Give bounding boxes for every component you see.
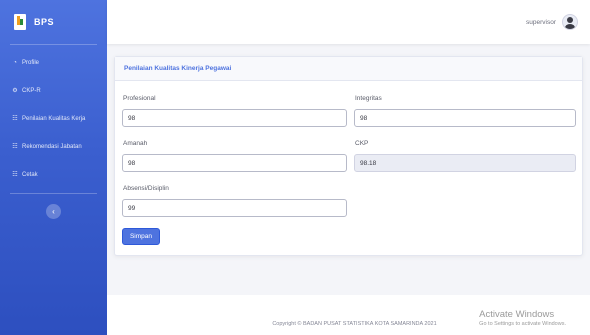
gear-icon: ⚙ [12,88,18,94]
assessment-card: Penilaian Kualitas Kinerja Pegawai Profe… [114,56,583,256]
watermark-subtitle: Go to Settings to activate Windows. [479,321,566,327]
chevron-left-icon: ‹ [52,207,55,216]
sidebar-item-ckp-r[interactable]: ⚙ CKP-R [0,77,107,105]
sidebar-toggle-button[interactable]: ‹ [46,204,61,219]
topbar: supervisor [107,0,590,44]
profesional-input[interactable] [122,109,347,127]
sidebar: BPS ◔ Profile ⚙ CKP-R ☷ Penilaian Kualit… [0,0,107,335]
sidebar-divider [10,44,97,45]
sidebar-item-label: Cetak [22,172,38,178]
windows-activation-watermark: Activate Windows Go to Settings to activ… [479,309,566,327]
sidebar-item-label: CKP-R [22,88,41,94]
sidebar-divider [10,193,97,194]
watermark-title: Activate Windows [479,309,555,320]
users-icon: ☷ [12,172,18,178]
integritas-input[interactable] [354,109,576,127]
copyright-text: Copyright © BADAN PUSAT STATISTIKA KOTA … [272,321,437,327]
user-name[interactable]: supervisor [526,19,556,26]
absensi-input[interactable] [122,199,347,217]
sidebar-brand[interactable]: BPS [0,0,107,44]
gauge-icon: ◔ [13,60,17,66]
users-icon: ☷ [12,144,18,150]
ckp-input [354,154,576,172]
users-icon: ☷ [12,116,18,122]
integritas-label: Integritas [355,95,382,102]
sidebar-item-label: Profile [22,60,40,66]
bps-logo-icon [14,14,26,30]
sidebar-item-penilaian[interactable]: ☷ Penilaian Kualitas Kerja [0,105,107,133]
sidebar-item-label: Rekomendasi Jabatan [22,144,82,150]
sidebar-item-profile[interactable]: ◔ Profile [0,49,107,77]
brand-name: BPS [34,17,55,27]
profesional-label: Profesional [123,95,156,102]
sidebar-item-label: Penilaian Kualitas Kerja [22,116,86,122]
sidebar-item-rekomendasi[interactable]: ☷ Rekomendasi Jabatan [0,133,107,161]
save-button[interactable]: Simpan [122,228,160,245]
sidebar-item-cetak[interactable]: ☷ Cetak [0,161,107,189]
card-title: Penilaian Kualitas Kinerja Pegawai [115,57,582,81]
avatar[interactable] [562,14,578,30]
ckp-label: CKP [355,140,369,147]
absensi-label: Absensi/Disiplin [123,185,169,192]
amanah-input[interactable] [122,154,347,172]
amanah-label: Amanah [123,140,148,147]
